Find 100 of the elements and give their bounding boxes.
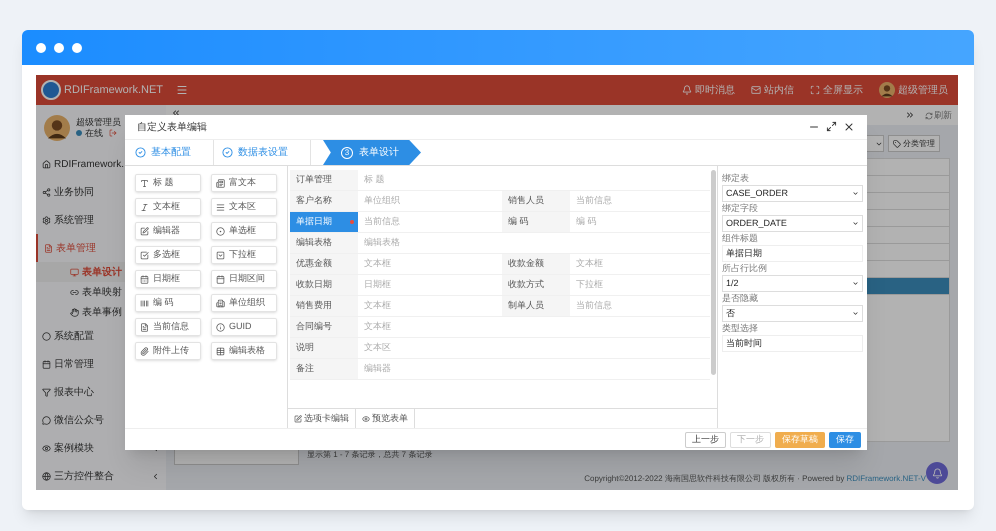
chat-icon bbox=[42, 416, 51, 424]
input-field[interactable]: 当前信息 bbox=[570, 296, 710, 316]
paperclip-icon bbox=[140, 346, 149, 356]
logout-icon[interactable] bbox=[109, 129, 117, 137]
component-button[interactable]: 文本区 bbox=[211, 198, 277, 216]
letter-icon bbox=[140, 178, 149, 188]
copyright-text: Copyright©2012-2022 海南国思软件科技有限公司 版权所有 · Powered by bbox=[584, 473, 844, 485]
caret-icon bbox=[852, 310, 859, 317]
info-icon bbox=[216, 322, 225, 332]
caret-icon bbox=[852, 280, 859, 287]
mail-icon bbox=[751, 85, 761, 95]
field-label[interactable]: 备注 bbox=[290, 359, 358, 379]
input-field[interactable]: 当前信息 bbox=[358, 212, 502, 232]
component-button[interactable]: 单位组织 bbox=[211, 294, 277, 312]
component-button[interactable]: 日期区间 bbox=[211, 270, 277, 288]
close-icon[interactable] bbox=[843, 121, 855, 133]
component-button[interactable]: 文本框 bbox=[135, 198, 201, 216]
component-button[interactable]: 当前信息 bbox=[135, 318, 201, 336]
component-button[interactable]: 多选框 bbox=[135, 246, 201, 264]
footer-button[interactable]: 上一步 bbox=[685, 432, 726, 448]
select-field[interactable]: ORDER_DATE bbox=[722, 215, 863, 232]
component-button[interactable]: 编辑表格 bbox=[211, 342, 277, 360]
sidebar-item[interactable]: 微信公众号 bbox=[36, 406, 166, 434]
calendar-icon bbox=[216, 274, 225, 284]
refresh-button[interactable]: 刷新 bbox=[925, 109, 952, 122]
editor-tab[interactable]: 选项卡编辑 bbox=[288, 409, 356, 428]
document-icon bbox=[44, 244, 53, 252]
menu-icon[interactable] bbox=[176, 84, 188, 96]
select-field[interactable]: 否 bbox=[722, 305, 863, 322]
edit-icon bbox=[140, 226, 149, 236]
field-label[interactable]: 订单管理 bbox=[290, 170, 358, 190]
field-label[interactable]: 说明 bbox=[290, 338, 358, 358]
radio-icon bbox=[216, 226, 225, 236]
component-button[interactable]: 富文本 bbox=[211, 174, 277, 192]
hand-icon bbox=[70, 308, 79, 316]
tag-icon bbox=[893, 140, 901, 148]
wizard-step[interactable]: 数据表设置 bbox=[222, 140, 311, 165]
calendar-icon bbox=[42, 360, 51, 368]
input-field[interactable]: 编辑器 bbox=[358, 359, 710, 379]
bell-icon bbox=[932, 468, 942, 478]
field-label[interactable]: 编 码 bbox=[502, 212, 570, 232]
component-button[interactable]: 单选框 bbox=[211, 222, 277, 240]
input-field[interactable]: 标 题 bbox=[358, 170, 710, 190]
sidebar-item[interactable]: 案例模块 bbox=[36, 434, 166, 462]
component-button[interactable]: 编辑器 bbox=[135, 222, 201, 240]
input-field[interactable]: 单据日期 bbox=[722, 245, 863, 262]
field-label[interactable]: 客户名称 bbox=[290, 191, 358, 211]
pager-text: 显示第 1 - 7 条记录，总共 7 条记录 bbox=[307, 449, 432, 461]
property-label: 绑定字段 bbox=[722, 202, 759, 215]
field-label[interactable]: 合同编号 bbox=[290, 317, 358, 337]
input-field[interactable]: 文本框 bbox=[358, 317, 710, 337]
input-field[interactable]: 当前时间 bbox=[722, 335, 863, 352]
scroll-left-icon[interactable] bbox=[171, 108, 181, 118]
field-label[interactable]: 编辑表格 bbox=[290, 233, 358, 253]
checkbox-icon bbox=[140, 250, 149, 260]
field-label[interactable]: 收款方式 bbox=[502, 275, 570, 295]
expand-icon bbox=[810, 85, 820, 95]
component-button[interactable]: 日期框 bbox=[135, 270, 201, 288]
field-label[interactable]: 销售费用 bbox=[290, 296, 358, 316]
input-field[interactable]: 编辑表格 bbox=[358, 233, 710, 253]
chevron-icon bbox=[151, 472, 160, 480]
input-field[interactable]: 当前信息 bbox=[570, 191, 710, 211]
component-button[interactable]: 编 码 bbox=[135, 294, 201, 312]
component-button[interactable]: GUID bbox=[211, 318, 277, 336]
calendar-icon bbox=[140, 274, 149, 284]
component-button[interactable]: 标 题 bbox=[135, 174, 201, 192]
user-name: 超级管理员 bbox=[76, 118, 121, 126]
document-icon bbox=[140, 322, 149, 332]
field-label[interactable]: 收款日期 bbox=[290, 275, 358, 295]
sidebar-item[interactable]: 三方控件整合 bbox=[36, 462, 166, 490]
property-label: 所占行比例 bbox=[722, 262, 768, 275]
italic-icon bbox=[140, 202, 149, 212]
caret-icon bbox=[852, 220, 859, 227]
field-label[interactable]: 销售人员 bbox=[502, 191, 570, 211]
component-button[interactable]: 附件上传 bbox=[135, 342, 201, 360]
share-icon bbox=[42, 188, 51, 196]
input-field[interactable]: 文本框 bbox=[358, 254, 502, 274]
sidebar-item[interactable]: 报表中心 bbox=[36, 378, 166, 406]
field-label[interactable]: 收款金额 bbox=[502, 254, 570, 274]
input-field[interactable]: 文本区 bbox=[358, 338, 710, 358]
maximize-icon[interactable] bbox=[826, 121, 837, 132]
input-field[interactable]: 文本框 bbox=[570, 254, 710, 274]
gear-icon bbox=[42, 216, 51, 224]
category-button[interactable]: 分类管理 bbox=[888, 135, 940, 152]
input-field[interactable]: 下拉框 bbox=[570, 275, 710, 295]
select-field[interactable]: CASE_ORDER bbox=[722, 185, 863, 202]
component-button[interactable]: 下拉框 bbox=[211, 246, 277, 264]
input-field[interactable]: 编 码 bbox=[570, 212, 710, 232]
lines-icon bbox=[216, 202, 225, 212]
scroll-right-icon[interactable] bbox=[905, 110, 915, 120]
select-field[interactable]: 1/2 bbox=[722, 275, 863, 292]
wizard-step[interactable]: 基本配置 bbox=[135, 140, 214, 165]
globe-icon bbox=[42, 472, 51, 480]
editor-tab[interactable]: 预览表单 bbox=[356, 409, 415, 428]
field-label[interactable]: 制单人员 bbox=[502, 296, 570, 316]
input-field[interactable]: 文本框 bbox=[358, 296, 502, 316]
input-field[interactable]: 日期框 bbox=[358, 275, 502, 295]
input-field[interactable]: 单位组织 bbox=[358, 191, 502, 211]
field-label[interactable]: 优惠金额 bbox=[290, 254, 358, 274]
scrollbar-thumb[interactable] bbox=[711, 170, 716, 375]
